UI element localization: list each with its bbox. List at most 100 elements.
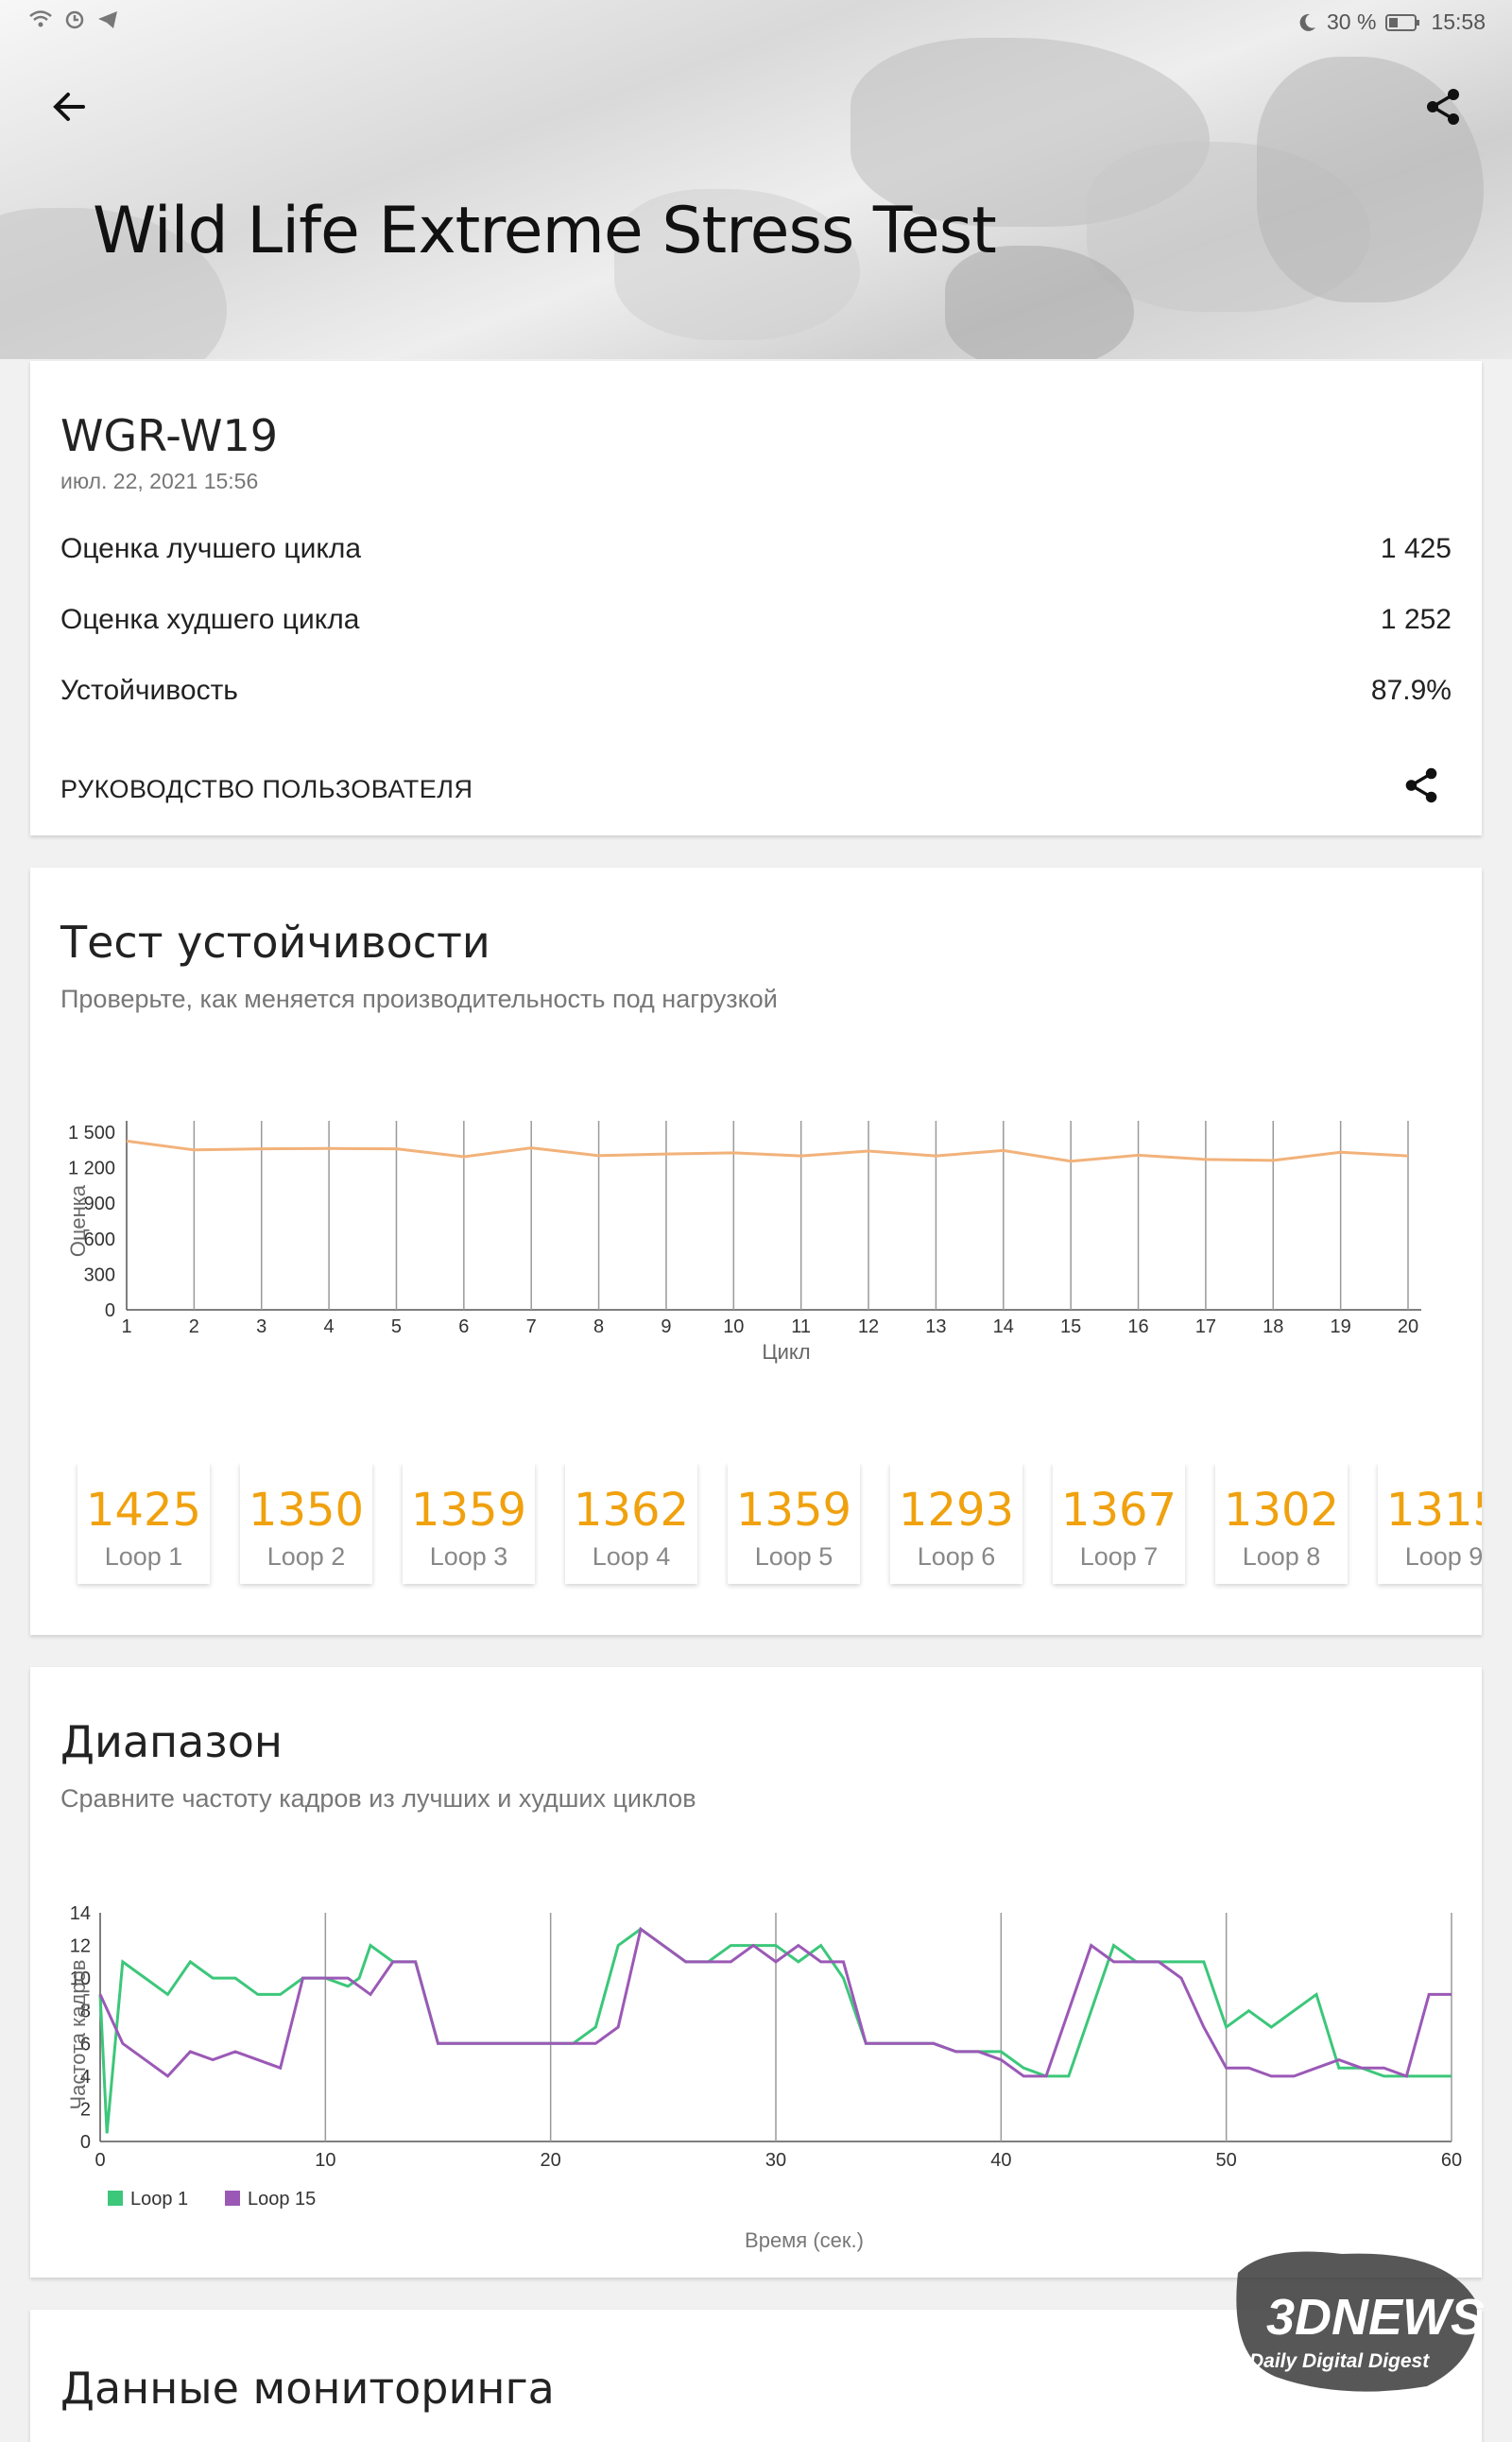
y-tick-label: 14 [70,1903,91,1924]
range-subtitle: Сравните частоту кадров из лучших и худш… [60,1784,696,1813]
x-tick-label: 8 [593,1316,604,1337]
x-tick-label: 12 [858,1316,879,1337]
loop-score: 1293 [898,1484,1015,1537]
x-tick-label: 19 [1331,1316,1351,1337]
loop-tile[interactable]: 1425 Loop 1 [77,1463,210,1584]
loop-label: Loop 7 [1079,1542,1159,1571]
loop-score: 1362 [573,1484,690,1537]
x-tick-label: 5 [391,1316,402,1337]
x-tick-label: 7 [526,1316,537,1337]
x-tick-label: 4 [324,1316,335,1337]
loop-score: 1367 [1060,1484,1177,1537]
loop-label: Loop 3 [429,1542,508,1571]
loop-score: 1315 [1385,1484,1482,1537]
summary-card: WGR-W19 июл. 22, 2021 15:56 Оценка лучше… [30,361,1482,835]
loop-label: Loop 5 [754,1542,833,1571]
loop-tile[interactable]: 1367 Loop 7 [1053,1463,1185,1584]
best-loop-value: 1 425 [1380,533,1452,564]
y-axis-label: Частота кадров [66,1960,90,2110]
legend-swatch [225,2191,240,2206]
loop-tile[interactable]: 1293 Loop 6 [890,1463,1022,1584]
share-guide-icon[interactable] [1399,763,1444,808]
loop-score: 1302 [1223,1484,1340,1537]
x-tick-label: 60 [1441,2150,1462,2171]
status-time: 15:58 [1431,9,1486,34]
status-right: 30 % 15:58 [1297,9,1486,35]
loop-label: Loop 1 [104,1542,183,1571]
best-loop-row: Оценка лучшего цикла 1 425 [60,533,1452,571]
svg-text:Daily Digital Digest: Daily Digital Digest [1249,2350,1430,2372]
y-axis-label: Оценка [66,1184,90,1257]
score-line [126,1139,1409,1163]
x-axis-label: Время (сек.) [745,2228,864,2252]
loop-label: Loop 9 [1404,1542,1482,1571]
loop-score: 1359 [410,1484,527,1537]
x-tick-label: 10 [723,1316,744,1337]
loop-scores-strip[interactable]: 1425 Loop 1 1350 Loop 2 1359 Loop 3 1362 Loop 4… [74,1463,1482,1595]
wifi-icon [29,10,52,27]
stability-row: Устойчивость 87.9% [60,675,1452,713]
x-tick-label: 10 [315,2150,335,2171]
loop-tile[interactable]: 1362 Loop 4 [565,1463,697,1584]
loop-score: 1425 [85,1484,202,1537]
3dnews-logo: 3DNEWS Daily Digital Digest [1236,2251,1484,2392]
loop-tile[interactable]: 1315 Loop 9 [1378,1463,1482,1584]
moon-icon [1299,13,1315,31]
stability-card: Тест устойчивости Проверьте, как меняетс… [30,868,1482,1635]
device-name: WGR-W19 [60,410,278,461]
loop-label: Loop 4 [592,1542,671,1571]
x-tick-label: 6 [458,1316,469,1337]
battery-icon [1385,13,1420,31]
loop-tile[interactable]: 1350 Loop 2 [240,1463,372,1584]
y-tick-label: 1 200 [68,1159,115,1179]
x-tick-label: 20 [541,2150,561,2171]
loop-tile[interactable]: 1359 Loop 5 [728,1463,860,1584]
legend-label: Loop 1 [130,2189,188,2210]
y-tick-label: 300 [84,1264,115,1285]
x-axis-label: Цикл [762,1340,810,1364]
status-left [28,9,119,30]
stability-subtitle: Проверьте, как меняется производительнос… [60,985,778,1013]
x-tick-label: 15 [1060,1316,1081,1337]
x-tick-label: 14 [993,1316,1014,1337]
x-tick-label: 9 [661,1316,671,1337]
user-guide-link[interactable]: РУКОВОДСТВО ПОЛЬЗОВАТЕЛЯ [60,775,473,804]
x-tick-label: 50 [1216,2150,1237,2171]
x-tick-label: 40 [990,2150,1011,2171]
clock-icon [65,10,84,29]
worst-loop-row: Оценка худшего цикла 1 252 [60,604,1452,642]
best-loop-label: Оценка лучшего цикла [60,533,362,564]
y-tick-label: 1 500 [68,1123,115,1144]
legend-swatch [108,2191,123,2206]
y-tick-label: 0 [105,1300,115,1321]
x-tick-label: 0 [94,2150,105,2171]
x-tick-label: 1 [121,1316,131,1337]
x-tick-label: 20 [1398,1316,1418,1337]
worst-loop-value: 1 252 [1380,604,1452,635]
worst-loop-label: Оценка худшего цикла [60,604,360,635]
x-tick-label: 2 [189,1316,199,1337]
loop-tile[interactable]: 1302 Loop 8 [1215,1463,1348,1584]
y-tick-label: 12 [70,1936,91,1957]
stability-title: Тест устойчивости [60,917,490,968]
range-card: Диапазон Сравните частоту кадров из лучш… [30,1667,1482,2278]
x-tick-label: 13 [925,1316,946,1337]
status-bar: 30 % 15:58 [0,0,1512,45]
range-chart: 0 10 20 30 40 50 6002468101214Частота кадровLo… [66,1903,1462,2252]
share-icon[interactable] [1419,83,1467,130]
loop-label: Loop 6 [917,1542,996,1571]
x-tick-label: 11 [791,1316,811,1337]
stability-value: 87.9% [1370,675,1452,706]
x-tick-label: 17 [1195,1316,1216,1337]
battery-percent: 30 % [1327,9,1377,34]
loop-score: 1359 [735,1484,852,1537]
back-arrow-icon[interactable] [45,83,93,130]
legend-label: Loop 15 [248,2189,316,2210]
stability-chart: 1 2 3 4 5 6 7 8 9 10 11 12 13 14 15 16 17 18 19 20030060090… [66,1121,1421,1364]
y-tick-label: 0 [80,2132,91,2153]
x-tick-label: 18 [1263,1316,1283,1337]
range-title: Диапазон [60,1716,283,1767]
page-title: Wild Life Extreme Stress Test [93,194,997,268]
loop-tile[interactable]: 1359 Loop 3 [403,1463,535,1584]
x-tick-label: 30 [765,2150,786,2171]
